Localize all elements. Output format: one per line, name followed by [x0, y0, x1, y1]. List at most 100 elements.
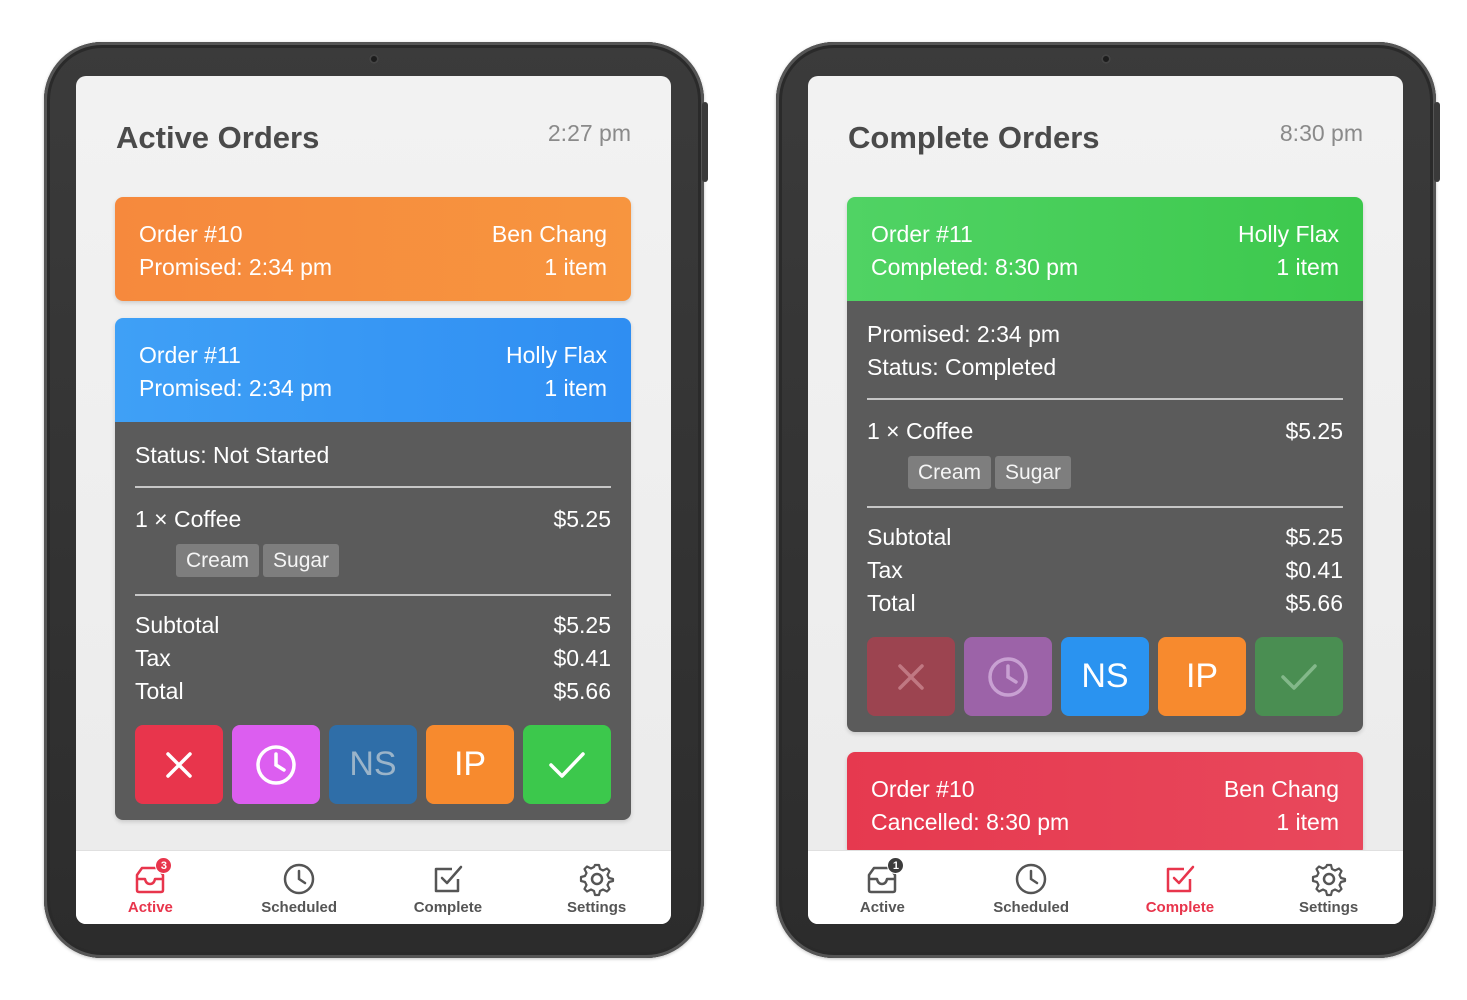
tablet-complete-orders: Complete Orders 8:30 pm Order #11 Comple…	[776, 42, 1440, 958]
tab-bar: 3 Active Scheduled Complete Settings	[76, 850, 671, 924]
order-card[interactable]: Order #10 Cancelled: 8:30 pm Ben Chang 1…	[847, 752, 1363, 850]
order-promised: Promised: 2:34 pm	[867, 321, 1061, 347]
active-count-badge: 1	[887, 857, 905, 874]
item-count: 1 item	[544, 254, 607, 280]
order-status: Status: Not Started	[135, 442, 330, 468]
order-cancelled: Cancelled: 8:30 pm	[871, 809, 1070, 835]
not-started-button[interactable]: NS	[329, 725, 417, 804]
subtotal-label: Subtotal	[135, 612, 220, 638]
order-status: Status: Completed	[867, 354, 1057, 380]
content-area: Active Orders 2:27 pm Order #10 Promised…	[76, 76, 671, 850]
order-number: Order #10	[139, 221, 243, 247]
tab-label: Complete	[1145, 899, 1215, 916]
tab-label: Scheduled	[993, 899, 1070, 916]
camera	[1101, 54, 1111, 64]
divider	[867, 506, 1343, 508]
not-started-button[interactable]: NS	[1061, 637, 1149, 716]
order-promised: Promised: 2:34 pm	[139, 375, 333, 401]
subtotal-label: Subtotal	[867, 524, 952, 550]
tab-label: Scheduled	[261, 899, 338, 916]
modifier-tags: Cream Sugar	[867, 452, 1343, 494]
clock-icon	[281, 861, 317, 897]
subtotal-value: $5.25	[553, 612, 611, 638]
order-number: Order #11	[139, 342, 241, 368]
total-value: $5.66	[553, 678, 611, 704]
content-area: Complete Orders 8:30 pm Order #11 Comple…	[808, 76, 1403, 850]
check-square-icon	[430, 861, 466, 897]
cancel-order-button[interactable]	[135, 725, 223, 804]
modifier-tags: Cream Sugar	[135, 540, 611, 582]
total-row: Total $5.66	[135, 678, 611, 711]
tab-complete[interactable]: Complete	[1106, 851, 1255, 924]
tax-value: $0.41	[1285, 557, 1343, 583]
tab-scheduled[interactable]: Scheduled	[957, 851, 1106, 924]
tablet-active-orders: Active Orders 2:27 pm Order #10 Promised…	[44, 42, 708, 958]
clock-icon	[1013, 861, 1049, 897]
clock-time: 8:30 pm	[1279, 120, 1363, 146]
line-item: 1 × Coffee $5.25	[135, 506, 611, 540]
tab-settings[interactable]: Settings	[1254, 851, 1403, 924]
item-price: $5.25	[553, 506, 611, 532]
tab-settings[interactable]: Settings	[522, 851, 671, 924]
line-item: 1 × Coffee $5.25	[867, 418, 1343, 452]
checkmark-icon	[1281, 663, 1317, 690]
close-icon	[166, 751, 192, 778]
subtotal-row: Subtotal $5.25	[867, 524, 1343, 557]
action-buttons: NS IP	[135, 725, 611, 804]
tab-active[interactable]: 1 Active	[808, 851, 957, 924]
subtotal-row: Subtotal $5.25	[135, 612, 611, 645]
close-icon	[898, 663, 924, 690]
order-card[interactable]: Order #10 Promised: 2:34 pm Ben Chang 1 …	[115, 197, 631, 301]
tab-complete[interactable]: Complete	[374, 851, 523, 924]
order-card-expanded[interactable]: Order #11 Completed: 8:30 pm Holly Flax …	[847, 197, 1363, 732]
in-progress-button[interactable]: IP	[1158, 637, 1246, 716]
tab-active[interactable]: 3 Active	[76, 851, 225, 924]
order-header[interactable]: Order #11 Promised: 2:34 pm Holly Flax 1…	[115, 318, 631, 422]
side-button	[1434, 102, 1440, 182]
item-price: $5.25	[1285, 418, 1343, 444]
tab-label: Active	[127, 899, 173, 916]
tab-label: Settings	[1299, 899, 1359, 916]
customer-name: Ben Chang	[491, 221, 607, 247]
customer-name: Holly Flax	[1238, 221, 1339, 247]
item-name: 1 × Coffee	[867, 418, 974, 444]
tax-row: Tax $0.41	[867, 557, 1343, 590]
order-card-expanded[interactable]: Order #11 Promised: 2:34 pm Holly Flax 1…	[115, 318, 631, 820]
total-label: Total	[135, 678, 184, 704]
subtotal-value: $5.25	[1285, 524, 1343, 550]
order-number: Order #10	[871, 776, 975, 802]
clock-icon	[988, 656, 1028, 697]
order-details: Promised: 2:34 pm Status: Completed 1 × …	[847, 301, 1363, 732]
clock-time: 2:27 pm	[547, 120, 631, 146]
divider	[135, 486, 611, 488]
schedule-button[interactable]	[964, 637, 1052, 716]
tab-bar: 1 Active Scheduled Complete Settings	[808, 850, 1403, 924]
divider	[135, 594, 611, 596]
screen: Active Orders 2:27 pm Order #10 Promised…	[76, 76, 671, 924]
active-count-badge: 3	[155, 857, 173, 874]
check-square-icon	[1162, 861, 1198, 897]
order-details: Status: Not Started 1 × Coffee $5.25 Cre…	[115, 422, 631, 820]
complete-order-button[interactable]	[523, 725, 611, 804]
tax-label: Tax	[867, 557, 903, 583]
total-row: Total $5.66	[867, 590, 1343, 623]
order-header[interactable]: Order #10 Cancelled: 8:30 pm Ben Chang 1…	[847, 752, 1363, 850]
order-header[interactable]: Order #10 Promised: 2:34 pm Ben Chang 1 …	[115, 197, 631, 301]
order-completed: Completed: 8:30 pm	[871, 254, 1079, 280]
schedule-button[interactable]	[232, 725, 320, 804]
order-promised: Promised: 2:34 pm	[139, 254, 333, 280]
tab-scheduled[interactable]: Scheduled	[225, 851, 374, 924]
tab-label: Active	[859, 899, 905, 916]
order-header[interactable]: Order #11 Completed: 8:30 pm Holly Flax …	[847, 197, 1363, 301]
item-count: 1 item	[544, 375, 607, 401]
order-number: Order #11	[871, 221, 973, 247]
cancel-order-button[interactable]	[867, 637, 955, 716]
customer-name: Holly Flax	[506, 342, 607, 368]
inbox-icon: 3	[132, 857, 173, 897]
camera	[369, 54, 379, 64]
modifier-tag: Cream	[176, 544, 260, 577]
in-progress-button[interactable]: IP	[426, 725, 514, 804]
complete-order-button[interactable]	[1255, 637, 1343, 716]
customer-name: Ben Chang	[1223, 776, 1339, 802]
checkmark-icon	[549, 751, 585, 778]
